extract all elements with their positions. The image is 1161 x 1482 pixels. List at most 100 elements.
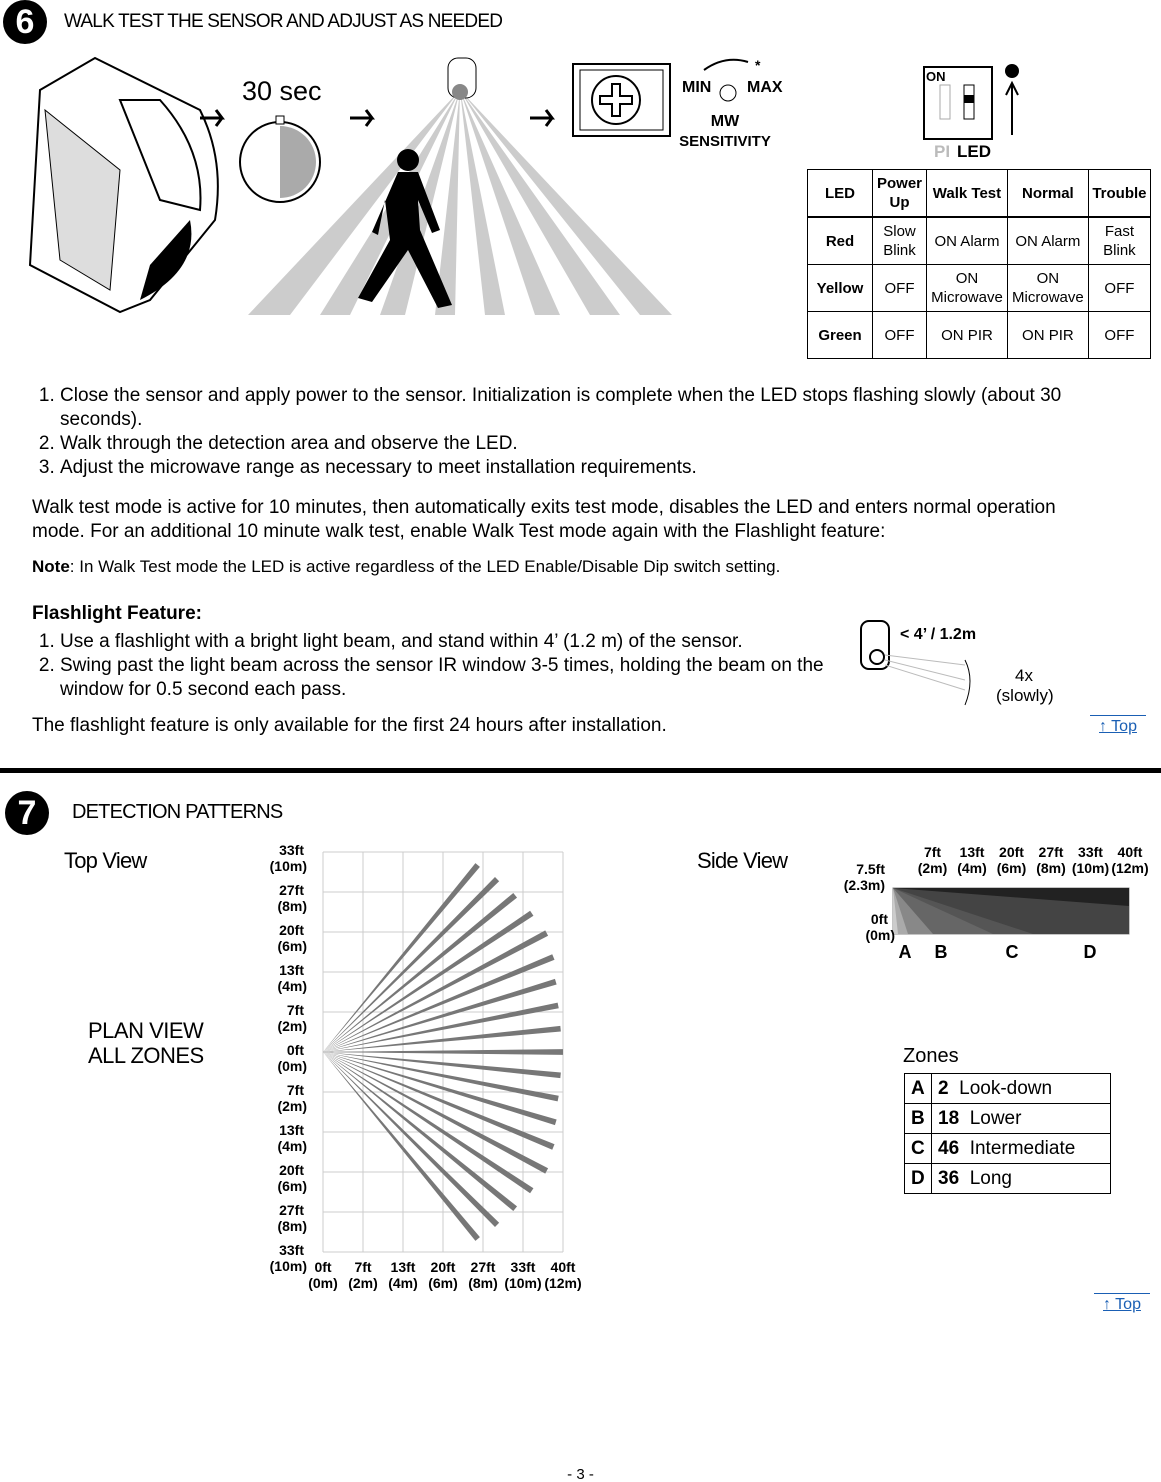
table-row: C 46 Intermediate [904,1133,1111,1164]
cell: OFF [871,264,928,312]
plan-view-line: ALL ZONES [88,1043,204,1068]
x-tick-label: 0ft [314,1259,331,1275]
cell: ON Alarm [1006,216,1089,265]
zone-letter-label: C [1006,942,1019,962]
y-tick-label: 33ft [279,842,304,858]
side-height-label: (2.3m) [844,877,885,893]
cell: ON PIR [1006,311,1089,359]
header-cell: Trouble [1087,169,1152,218]
side-x-label: 40ft [1118,844,1143,860]
zone-name: Lower [969,1107,1022,1129]
zone-letter: B [904,1103,932,1134]
x-tick-label: 20ft [431,1259,456,1275]
section-title: WALK TEST THE SENSOR AND ADJUST AS NEEDE… [64,11,503,32]
x-tick-label: (6m) [428,1275,458,1291]
cell: OFF [871,311,928,359]
stopwatch-icon [239,115,321,203]
x-tick-label: 27ft [471,1259,496,1275]
zone-letter: A [904,1073,932,1104]
y-tick-label: (6m) [277,1178,307,1194]
flashlight-illustration: < 4’ / 1.2m 4x (slowly) [860,620,1054,706]
step-item: Close the sensor and apply power to the … [60,384,1110,432]
dip-on-label: ON [926,69,946,84]
section-title: DETECTION PATTERNS [72,801,283,823]
arrow-icon [200,109,555,127]
side-x-label: (8m) [1036,860,1066,876]
cell: Red [807,216,873,265]
cell: OFF [1087,264,1152,312]
y-tick-label: 27ft [279,882,304,898]
header-cell: Walk Test [926,169,1008,218]
zone-cell: 36 Long [931,1163,1111,1194]
plan-view-label: PLAN VIEW ALL ZONES [88,1018,204,1068]
plan-view-line: PLAN VIEW [88,1018,204,1043]
y-tick-label: 33ft [279,1242,304,1258]
detection-beam [323,1052,555,1150]
step-number-badge: 7 [5,791,49,835]
y-tick-label: (10m) [270,858,307,874]
back-to-top-link[interactable]: ↑ Top [1090,715,1146,736]
zone-cell: 46 Intermediate [931,1133,1111,1164]
table-row: Green OFF ON PIR ON PIR OFF [807,311,1152,359]
led-status-table: LED Power Up Walk Test Normal Trouble Red Slo… [807,169,1152,359]
table-row: Red Slow Blink ON Alarm ON Alarm Fast Blink [807,216,1152,265]
manual-page: 6 WALK TEST THE SENSOR AND ADJUST AS NEE… [0,0,1161,1482]
x-tick-label: (0m) [308,1275,338,1291]
table-row: B 18 Lower [904,1103,1111,1134]
walk-test-illustration: MIN MAX * MW SENSITIVITY 30 sec [28,56,783,315]
y-tick-label: 13ft [279,962,304,978]
top-view-pattern: 33ft(10m)27ft(8m)20ft(6m)13ft(4m)7ft(2m)… [270,842,582,1291]
walk-test-paragraph: Walk test mode is active for 10 minutes,… [32,497,1056,542]
zone-name: Long [969,1167,1012,1189]
y-tick-label: 20ft [279,1162,304,1178]
step-item: Adjust the microwave range as necessary … [60,456,1110,480]
note-label: Note [32,557,70,576]
cell: OFF [1087,311,1152,359]
distance-label: < 4’ / 1.2m [900,626,976,643]
page-number: - 3 - [567,1466,594,1482]
y-tick-label: (8m) [277,898,307,914]
availability-text: The flashlight feature is only available… [32,715,667,736]
zone-count: 46 [938,1137,960,1159]
back-to-top-link[interactable]: ↑ Top [1094,1293,1150,1314]
y-tick-label: (0m) [277,1058,307,1074]
side-floor-label: 0ft [871,911,888,927]
y-tick-label: 13ft [279,1122,304,1138]
x-tick-label: 33ft [511,1259,536,1275]
side-x-label: 33ft [1078,844,1103,860]
x-tick-label: 7ft [354,1259,371,1275]
note-text: : In Walk Test mode the LED is active re… [69,557,781,576]
table-header-row: LED Power Up Walk Test Normal Trouble [807,169,1152,218]
y-tick-label: (6m) [277,938,307,954]
y-tick-label: (8m) [277,1218,307,1234]
sensor-housing-icon [28,56,219,314]
y-tick-label: (4m) [277,978,307,994]
flashlight-steps: Use a flashlight with a bright light bea… [32,630,870,702]
zone-letter-label: B [935,942,948,962]
x-tick-label: 40ft [551,1259,576,1275]
zone-cell: 2 Look-down [931,1073,1111,1104]
step-item: Swing past the light beam across the sen… [60,654,870,702]
table-row: A2 Look-down [904,1073,1111,1104]
pot-adjust-icon [572,63,671,137]
max-label: MAX [747,79,783,96]
times-label: 4x [1015,666,1033,685]
side-floor-label: (0m) [865,927,895,943]
cell: Fast Blink [1087,216,1152,265]
detection-beam [323,954,555,1052]
side-view-pattern: 7.5ft(2.3m) 0ft(0m) 7ft(2m) 13ft(4m) 20ft(6m… [844,844,1149,962]
y-tick-label: 7ft [287,1002,304,1018]
min-label: MIN [682,79,711,96]
side-x-label: (10m) [1072,860,1109,876]
x-tick-label: (12m) [544,1275,581,1291]
y-tick-label: (2m) [277,1098,307,1114]
zone-letter: C [904,1133,932,1164]
zones-table: A2 Look-down B 18 Lower C 46 Intermediate … [904,1073,1111,1194]
table-row: Yellow OFF ON Microwave ON Microwave OFF [807,264,1152,312]
zone-name: Look-down [959,1077,1053,1099]
y-tick-label: (10m) [270,1258,307,1274]
step-item: Walk through the detection area and obse… [60,432,1110,456]
zone-letter-label: D [1084,942,1097,962]
timer-label: 30 sec [242,76,322,106]
top-view-label: Top View [64,848,147,873]
